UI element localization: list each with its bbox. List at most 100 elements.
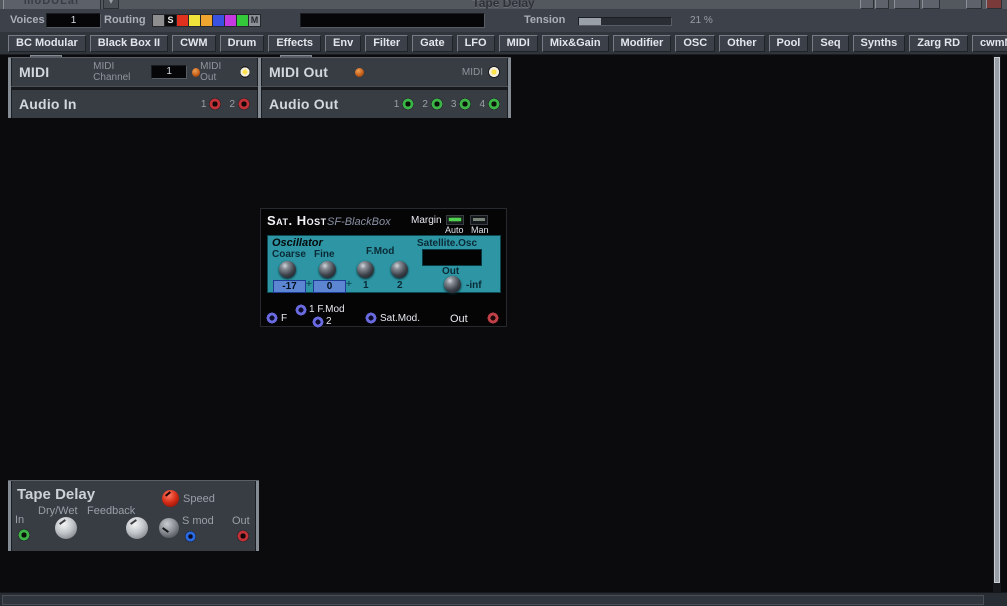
audio-out-2-label: 2 <box>422 99 428 110</box>
vertical-scrollbar[interactable] <box>993 55 1001 592</box>
toolbar-btn-osc[interactable]: OSC <box>675 35 715 52</box>
audio-in-1-port[interactable] <box>209 98 221 110</box>
midi-channel-value-field[interactable]: 1 <box>151 65 188 79</box>
toolbar-btn-cwm[interactable]: CWM <box>172 35 216 52</box>
fmod2-knob[interactable] <box>391 261 408 278</box>
smod-label: S mod <box>182 515 214 527</box>
coarse-knob[interactable] <box>279 261 296 278</box>
toolbar-btn-effects[interactable]: Effects <box>268 35 321 52</box>
midi-out-led[interactable] <box>355 68 364 77</box>
vertical-scrollbar-thumb[interactable] <box>994 57 1000 583</box>
fine-label: Fine <box>314 249 335 260</box>
voices-value-field[interactable]: 1 <box>46 13 101 28</box>
speed-knob[interactable] <box>162 490 179 507</box>
out-port[interactable] <box>237 530 249 542</box>
coarse-increment[interactable]: + <box>306 279 312 290</box>
toolbar-btn-mix-gain[interactable]: Mix&Gain <box>542 35 609 52</box>
tape-delay-panel[interactable]: Tape Delay Speed Dry/Wet Feedback In S m… <box>8 481 259 551</box>
fmod2-num: 2 <box>397 280 403 291</box>
toolbar-btn-filter[interactable]: Filter <box>365 35 408 52</box>
tension-slider[interactable] <box>578 17 672 26</box>
out-value: -inf <box>466 280 482 291</box>
fmod1-knob[interactable] <box>357 261 374 278</box>
f-input-port[interactable] <box>266 312 278 324</box>
margin-man-button[interactable] <box>470 215 488 225</box>
toolbar-btn-black-box-ii[interactable]: Black Box II <box>90 35 168 52</box>
toolbar-btn-lfo[interactable]: LFO <box>457 35 495 52</box>
module-library-toolbar: BC Modular Black Box II CWM Drum Effects… <box>0 32 1007 55</box>
fine-increment[interactable]: + <box>346 279 352 290</box>
tension-value: 21 % <box>690 15 713 26</box>
midi-in-panel[interactable]: MIDI MIDI Channel 1 MIDI Out Audio In 1 … <box>8 58 261 118</box>
audio-out-3-port[interactable] <box>459 98 471 110</box>
fine-value-field[interactable]: 0 <box>313 280 346 293</box>
out-level-knob[interactable] <box>444 276 461 293</box>
oscillator-section: Oscillator Coarse Fine -17 + 0 + F.Mod 1… <box>267 235 501 293</box>
toolbar-btn-bc-modular[interactable]: BC Modular <box>8 35 86 52</box>
man-label: Man <box>471 225 489 235</box>
midi-out-port[interactable] <box>240 66 250 78</box>
window-icon[interactable] <box>966 0 982 9</box>
smod-knob[interactable] <box>159 518 179 538</box>
audio-out-4-port[interactable] <box>488 98 500 110</box>
in-label: In <box>15 514 24 526</box>
midi-port[interactable] <box>488 66 500 78</box>
midi-in-title: MIDI <box>19 64 93 80</box>
drywet-knob[interactable] <box>55 517 77 539</box>
coarse-label: Coarse <box>272 249 306 260</box>
keyboard-icon[interactable] <box>894 0 920 9</box>
toolbar-btn-modifier[interactable]: Modifier <box>613 35 672 52</box>
smod-port[interactable] <box>185 531 196 542</box>
fmod-label: F.Mod <box>366 246 394 257</box>
f-port-label: F <box>281 313 287 324</box>
fmod1-num: 1 <box>363 280 369 291</box>
toolbar-btn-other[interactable]: Other <box>719 35 764 52</box>
fmod1-input-port[interactable] <box>295 304 307 316</box>
tension-label: Tension <box>524 14 565 26</box>
close-icon[interactable] <box>986 0 1002 9</box>
coarse-value-field[interactable]: -17 <box>273 280 306 293</box>
toolbar-btn-seq[interactable]: Seq <box>812 35 848 52</box>
man-led <box>473 218 485 221</box>
fmod2-input-port[interactable] <box>312 316 324 328</box>
toolbar-btn-pool[interactable]: Pool <box>769 35 809 52</box>
margin-auto-button[interactable] <box>446 215 464 225</box>
midi-channel-knob[interactable] <box>192 68 200 77</box>
sat-out-port[interactable] <box>487 312 499 324</box>
auto-led <box>449 218 461 221</box>
midi-channel-label: MIDI Channel <box>93 61 146 83</box>
feedback-label: Feedback <box>87 505 135 517</box>
fine-knob[interactable] <box>319 261 336 278</box>
audio-in-row: Audio In 1 2 <box>11 90 258 118</box>
horizontal-scrollbar-thumb[interactable] <box>2 595 984 605</box>
audio-in-2-port[interactable] <box>238 98 250 110</box>
audio-out-2-port[interactable] <box>431 98 443 110</box>
audio-in-1-label: 1 <box>201 99 207 110</box>
name-field[interactable] <box>300 13 485 28</box>
audio-out-1-port[interactable] <box>402 98 414 110</box>
voices-label: Voices <box>10 14 45 26</box>
feedback-knob[interactable] <box>126 517 148 539</box>
toolbar-btn-cwmmodules[interactable]: cwmModules <box>972 35 1007 52</box>
window-icon[interactable] <box>875 0 889 9</box>
midi-out-panel[interactable]: MIDI Out MIDI Audio Out 1 2 3 4 <box>258 58 511 118</box>
routing-swatch-mute[interactable]: M <box>248 14 261 27</box>
modular-synth-window: moDULar ▾ Tape Delay Voices 1 Routing S … <box>0 0 1007 606</box>
audio-out-row: Audio Out 1 2 3 4 <box>261 90 508 118</box>
fmod2-port-label: 2 <box>326 316 332 327</box>
satellite-osc-display[interactable] <box>422 249 482 266</box>
toolbar-btn-midi[interactable]: MIDI <box>499 35 538 52</box>
toolbar-btn-zarg-rd[interactable]: Zarg RD <box>909 35 968 52</box>
toolbar-btn-gate[interactable]: Gate <box>412 35 452 52</box>
auto-label: Auto <box>445 225 464 235</box>
toolbar-btn-drum[interactable]: Drum <box>220 35 265 52</box>
toolbar-btn-synths[interactable]: Synths <box>853 35 906 52</box>
window-icon[interactable] <box>860 0 874 9</box>
horizontal-scrollbar[interactable] <box>0 592 1007 606</box>
list-icon[interactable] <box>922 0 940 9</box>
toolbar-btn-env[interactable]: Env <box>325 35 361 52</box>
in-port[interactable] <box>18 529 30 541</box>
sat-host-module[interactable]: Sat. Host SF-BlackBox Margin Auto Man Os… <box>260 208 507 327</box>
satmod-input-port[interactable] <box>365 312 377 324</box>
control-bar: Voices 1 Routing S M Tension 21 % <box>0 9 1007 33</box>
